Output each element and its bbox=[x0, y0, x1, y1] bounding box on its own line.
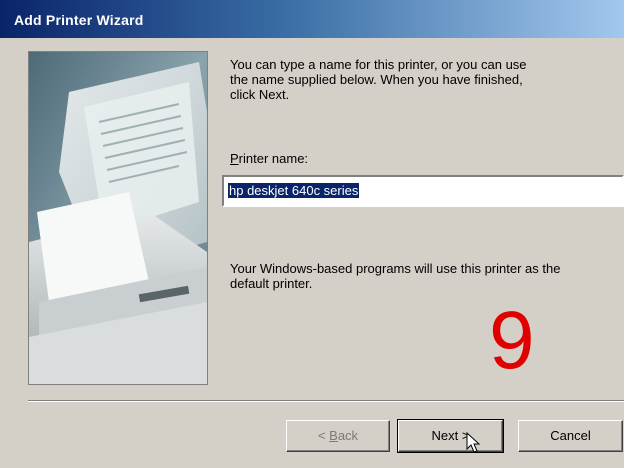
default-printer-text: Your Windows-based programs will use thi… bbox=[230, 261, 615, 291]
title-bar[interactable]: Add Printer Wizard bbox=[0, 0, 634, 38]
mouse-pointer-icon bbox=[466, 431, 481, 459]
printer-name-value: hp deskjet 640c series bbox=[228, 183, 360, 198]
info-line: default printer. bbox=[230, 276, 313, 291]
printer-name-label: Printer name: bbox=[230, 151, 309, 166]
window-edge bbox=[624, 0, 634, 468]
step-number-annotation: 9 bbox=[489, 295, 535, 386]
intro-line: the name supplied below. When you have f… bbox=[230, 72, 523, 87]
printer-name-input[interactable]: hp deskjet 640c series bbox=[222, 175, 624, 207]
info-line: Your Windows-based programs will use thi… bbox=[230, 261, 561, 276]
add-printer-wizard-window: Add Printer Wizard You can type a name f… bbox=[0, 0, 634, 468]
intro-text: You can type a name for this printer, or… bbox=[230, 57, 600, 102]
printer-image bbox=[28, 51, 208, 385]
window-title: Add Printer Wizard bbox=[14, 12, 144, 28]
cancel-button[interactable]: Cancel bbox=[518, 420, 623, 452]
button-separator bbox=[28, 400, 624, 402]
intro-line: You can type a name for this printer, or… bbox=[230, 57, 527, 72]
intro-line: click Next. bbox=[230, 87, 290, 102]
back-button[interactable]: < Back bbox=[286, 420, 390, 452]
next-button[interactable]: Next > bbox=[397, 419, 504, 453]
